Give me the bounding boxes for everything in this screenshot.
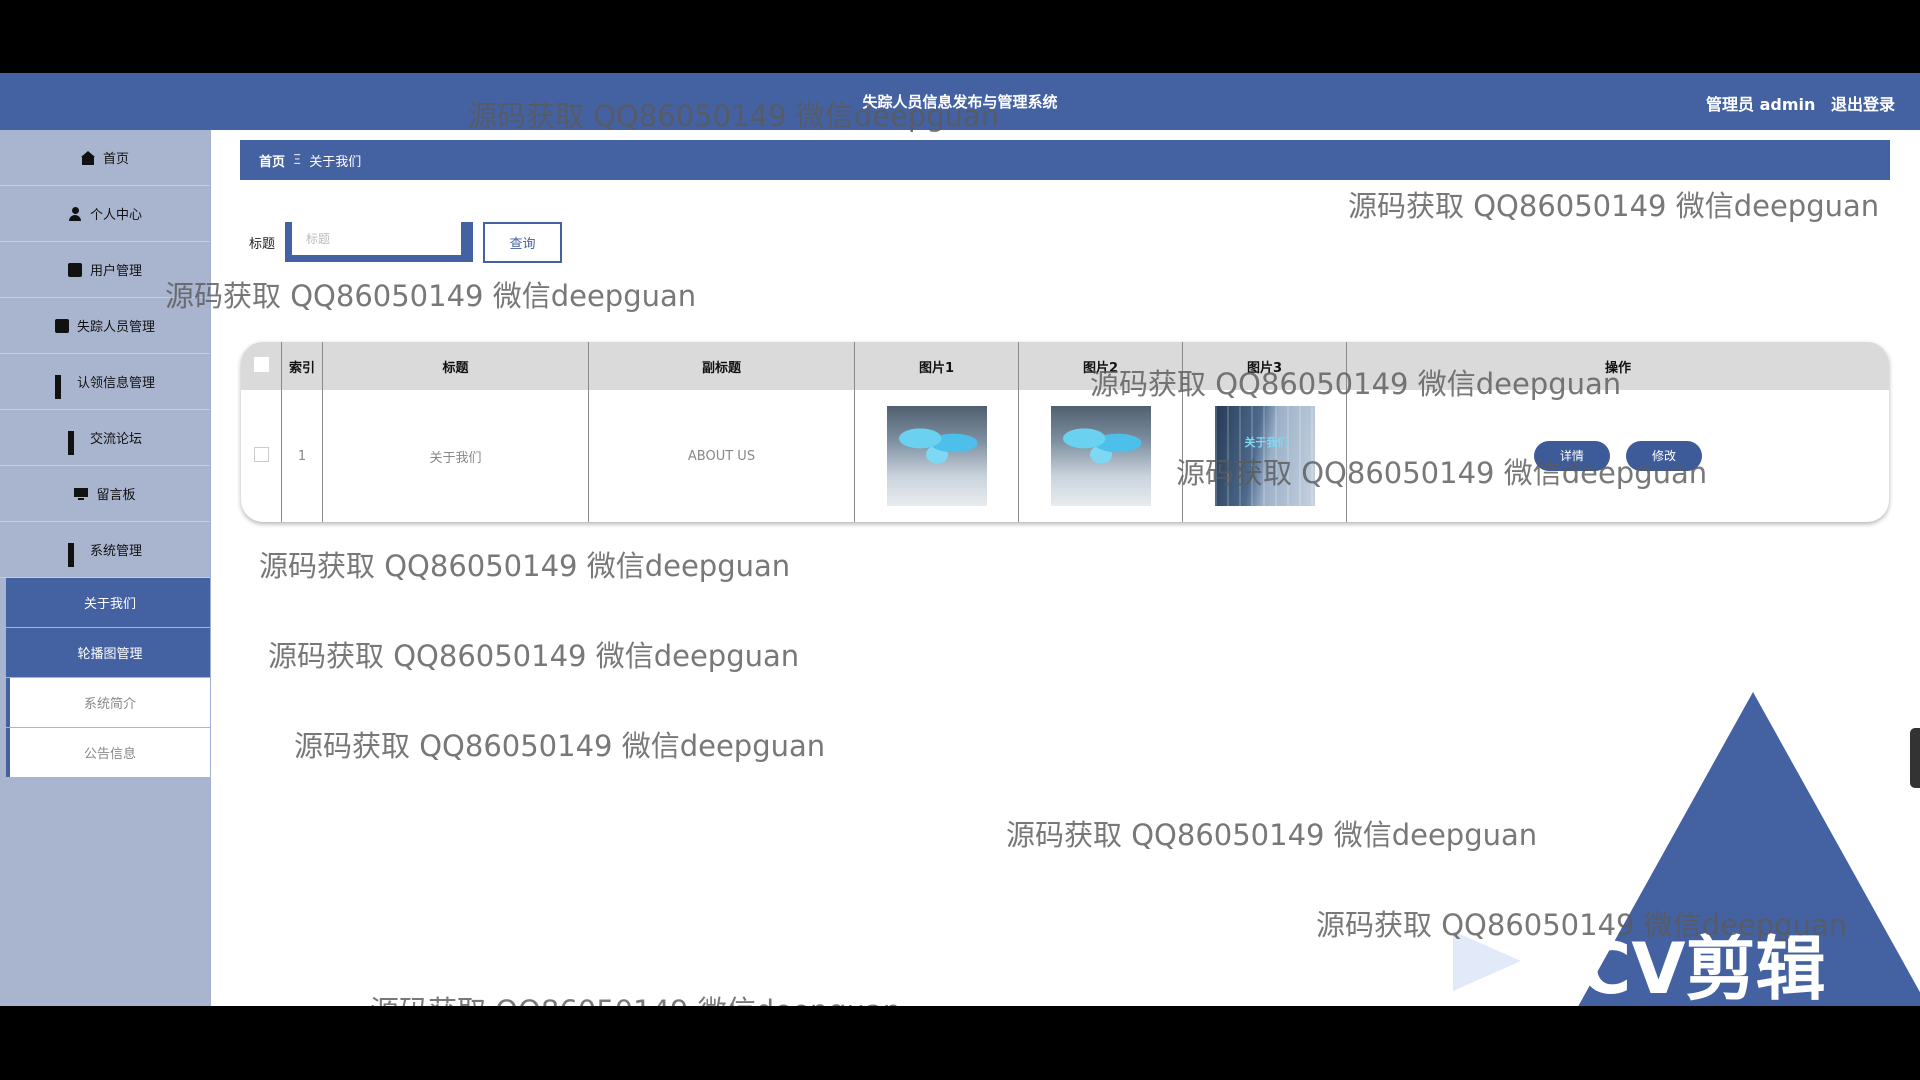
- sidebar-item-claims[interactable]: 认领信息管理: [0, 354, 210, 410]
- sidebar-item-profile[interactable]: 个人中心: [0, 186, 210, 242]
- sidebar: 首页 个人中心 用户管理 失踪人员管理 认领信息管理 交流论坛 留言板 系统管理…: [0, 130, 211, 1006]
- sidebar-item-home[interactable]: 首页: [0, 130, 210, 186]
- image3-caption: 关于我们: [1244, 436, 1289, 449]
- column-header: 图片3: [1182, 342, 1347, 390]
- image3-thumbnail[interactable]: 关于我们: [1214, 406, 1315, 506]
- image1-thumbnail[interactable]: [886, 406, 987, 506]
- sidebar-item-forum[interactable]: 交流论坛: [0, 410, 210, 466]
- cell-index: 1: [281, 390, 323, 522]
- data-table: 索引 标题 副标题 图片1 图片2 图片3 操作 1 关于我们 ABOUT US…: [241, 342, 1889, 522]
- clipboard-icon: [67, 262, 82, 277]
- image2-thumbnail[interactable]: [1050, 406, 1151, 506]
- sidebar-item-missing-persons[interactable]: 失踪人员管理: [0, 298, 210, 354]
- side-scroll-tab[interactable]: [1910, 728, 1920, 788]
- sidebar-item-label: 认领信息管理: [76, 376, 155, 391]
- logo-text: CV剪辑: [1580, 928, 1826, 1006]
- detail-button[interactable]: 详情: [1533, 441, 1610, 471]
- user-icon: [68, 206, 82, 221]
- search-label: 标题: [249, 236, 276, 252]
- sidebar-item-label: 首页: [102, 152, 129, 167]
- select-all-checkbox[interactable]: [253, 356, 269, 372]
- chat-icon: [54, 318, 69, 333]
- column-header: 副标题: [588, 342, 855, 390]
- grid-icon: [54, 374, 69, 399]
- cell-actions: 详情 修改: [1347, 390, 1890, 522]
- row-select-cell: [241, 390, 282, 522]
- sidebar-subitem-carousel[interactable]: 轮播图管理: [6, 628, 210, 677]
- cell-image2: [1018, 390, 1183, 522]
- sidebar-item-users[interactable]: 用户管理: [0, 242, 210, 298]
- query-button[interactable]: 查询: [483, 221, 563, 263]
- breadcrumb-home[interactable]: 首页: [259, 151, 285, 170]
- sidebar-item-label: 系统管理: [89, 544, 142, 559]
- column-header: 图片1: [854, 342, 1019, 390]
- edit-button[interactable]: 修改: [1626, 441, 1703, 471]
- search-input-wrapper: [285, 222, 474, 262]
- table-row: 1 关于我们 ABOUT US 关于我们 详情 修改: [241, 390, 1889, 522]
- user-area: 管理员 admin 退出登录: [1696, 91, 1895, 115]
- sidebar-item-label: 失踪人员管理: [76, 320, 155, 335]
- search-bar: 标题 查询: [249, 221, 563, 263]
- column-header: 索引: [281, 342, 323, 390]
- sidebar-subitem-notice[interactable]: 公告信息: [6, 728, 210, 777]
- sidebar-item-label: 交流论坛: [89, 432, 142, 447]
- column-header: 操作: [1346, 342, 1889, 390]
- app-screen: 失踪人员信息发布与管理系统 管理员 admin 退出登录 首页 个人中心 用户管…: [0, 73, 1920, 1006]
- sidebar-subitem-about[interactable]: 关于我们: [6, 578, 210, 627]
- app-title: 失踪人员信息发布与管理系统: [862, 93, 1058, 111]
- logout-link[interactable]: 退出登录: [1831, 95, 1895, 114]
- cell-subtitle: ABOUT US: [588, 390, 855, 522]
- sidebar-item-label: 留言板: [96, 488, 136, 503]
- column-header: 图片2: [1018, 342, 1183, 390]
- sidebar-item-label: 个人中心: [89, 208, 142, 223]
- sidebar-item-messages[interactable]: 留言板: [0, 466, 210, 522]
- column-header: 标题: [322, 342, 589, 390]
- sidebar-item-label: 用户管理: [89, 264, 142, 279]
- breadcrumb: 首页 Ξ 关于我们: [240, 140, 1890, 180]
- table-header-row: 索引 标题 副标题 图片1 图片2 图片3 操作: [241, 342, 1889, 390]
- sidebar-subitem-intro[interactable]: 系统简介: [6, 678, 210, 727]
- cell-image1: [854, 390, 1019, 522]
- row-checkbox[interactable]: [253, 446, 269, 462]
- admin-label: 管理员 admin: [1706, 95, 1816, 114]
- grid-icon: [67, 430, 82, 455]
- top-header: 失踪人员信息发布与管理系统 管理员 admin 退出登录: [0, 73, 1920, 130]
- search-input[interactable]: [292, 222, 462, 255]
- breadcrumb-current: 关于我们: [309, 154, 362, 170]
- home-icon: [80, 150, 95, 165]
- cell-title: 关于我们: [322, 390, 589, 522]
- monitor-icon: [74, 487, 89, 501]
- logo-play-icon: [1453, 931, 1521, 991]
- cell-image3: 关于我们: [1182, 390, 1347, 522]
- grid-icon: [67, 542, 82, 567]
- breadcrumb-separator: Ξ: [293, 152, 302, 168]
- sidebar-item-system[interactable]: 系统管理: [0, 522, 210, 578]
- select-all-cell: [241, 342, 282, 390]
